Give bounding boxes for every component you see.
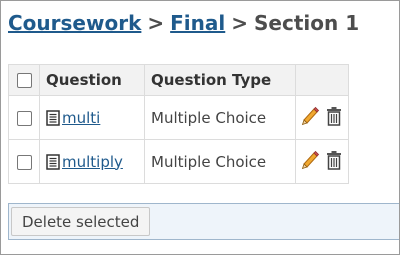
- document-icon: [46, 153, 60, 170]
- question-type-cell: Multiple Choice: [144, 95, 296, 140]
- breadcrumb-separator: >: [231, 11, 249, 35]
- question-type-cell: Multiple Choice: [144, 139, 296, 184]
- row-select-cell: [8, 95, 40, 140]
- select-all-checkbox[interactable]: [16, 73, 32, 88]
- question-link[interactable]: multi: [46, 109, 100, 127]
- table-footer-bar: Delete selected: [8, 203, 399, 240]
- breadcrumb-current: Section 1: [254, 11, 360, 35]
- trash-icon[interactable]: [325, 150, 343, 174]
- row-checkbox[interactable]: [16, 110, 32, 126]
- questions-table: Question Question Type multi Multiple Ch…: [8, 64, 349, 184]
- select-all-header: [8, 64, 40, 96]
- actions-cell: [295, 139, 349, 184]
- question-cell: multi: [39, 95, 145, 140]
- pencil-icon[interactable]: [300, 106, 320, 130]
- pencil-icon[interactable]: [300, 150, 320, 174]
- row-checkbox[interactable]: [16, 154, 32, 170]
- table-row: multiply Multiple Choice: [8, 139, 349, 184]
- table-header-row: Question Question Type: [8, 64, 349, 96]
- breadcrumb-link-coursework[interactable]: Coursework: [8, 11, 141, 35]
- trash-icon[interactable]: [325, 106, 343, 130]
- breadcrumb-link-final[interactable]: Final: [170, 11, 225, 35]
- breadcrumb: Coursework > Final > Section 1: [8, 8, 359, 38]
- question-name: multiply: [62, 152, 123, 171]
- question-link[interactable]: multiply: [46, 153, 123, 171]
- actions-cell: [295, 95, 349, 140]
- table-row: multi Multiple Choice: [8, 95, 349, 140]
- question-type-column-header: Question Type: [144, 64, 296, 96]
- question-cell: multiply: [39, 139, 145, 184]
- actions-column-header: [295, 64, 349, 96]
- document-icon: [46, 109, 60, 126]
- delete-selected-button[interactable]: Delete selected: [11, 207, 151, 236]
- row-select-cell: [8, 139, 40, 184]
- question-name: multi: [62, 108, 101, 127]
- breadcrumb-separator: >: [147, 11, 165, 35]
- question-column-header: Question: [39, 64, 145, 96]
- page-frame: Coursework > Final > Section 1 Question Ques…: [0, 0, 400, 255]
